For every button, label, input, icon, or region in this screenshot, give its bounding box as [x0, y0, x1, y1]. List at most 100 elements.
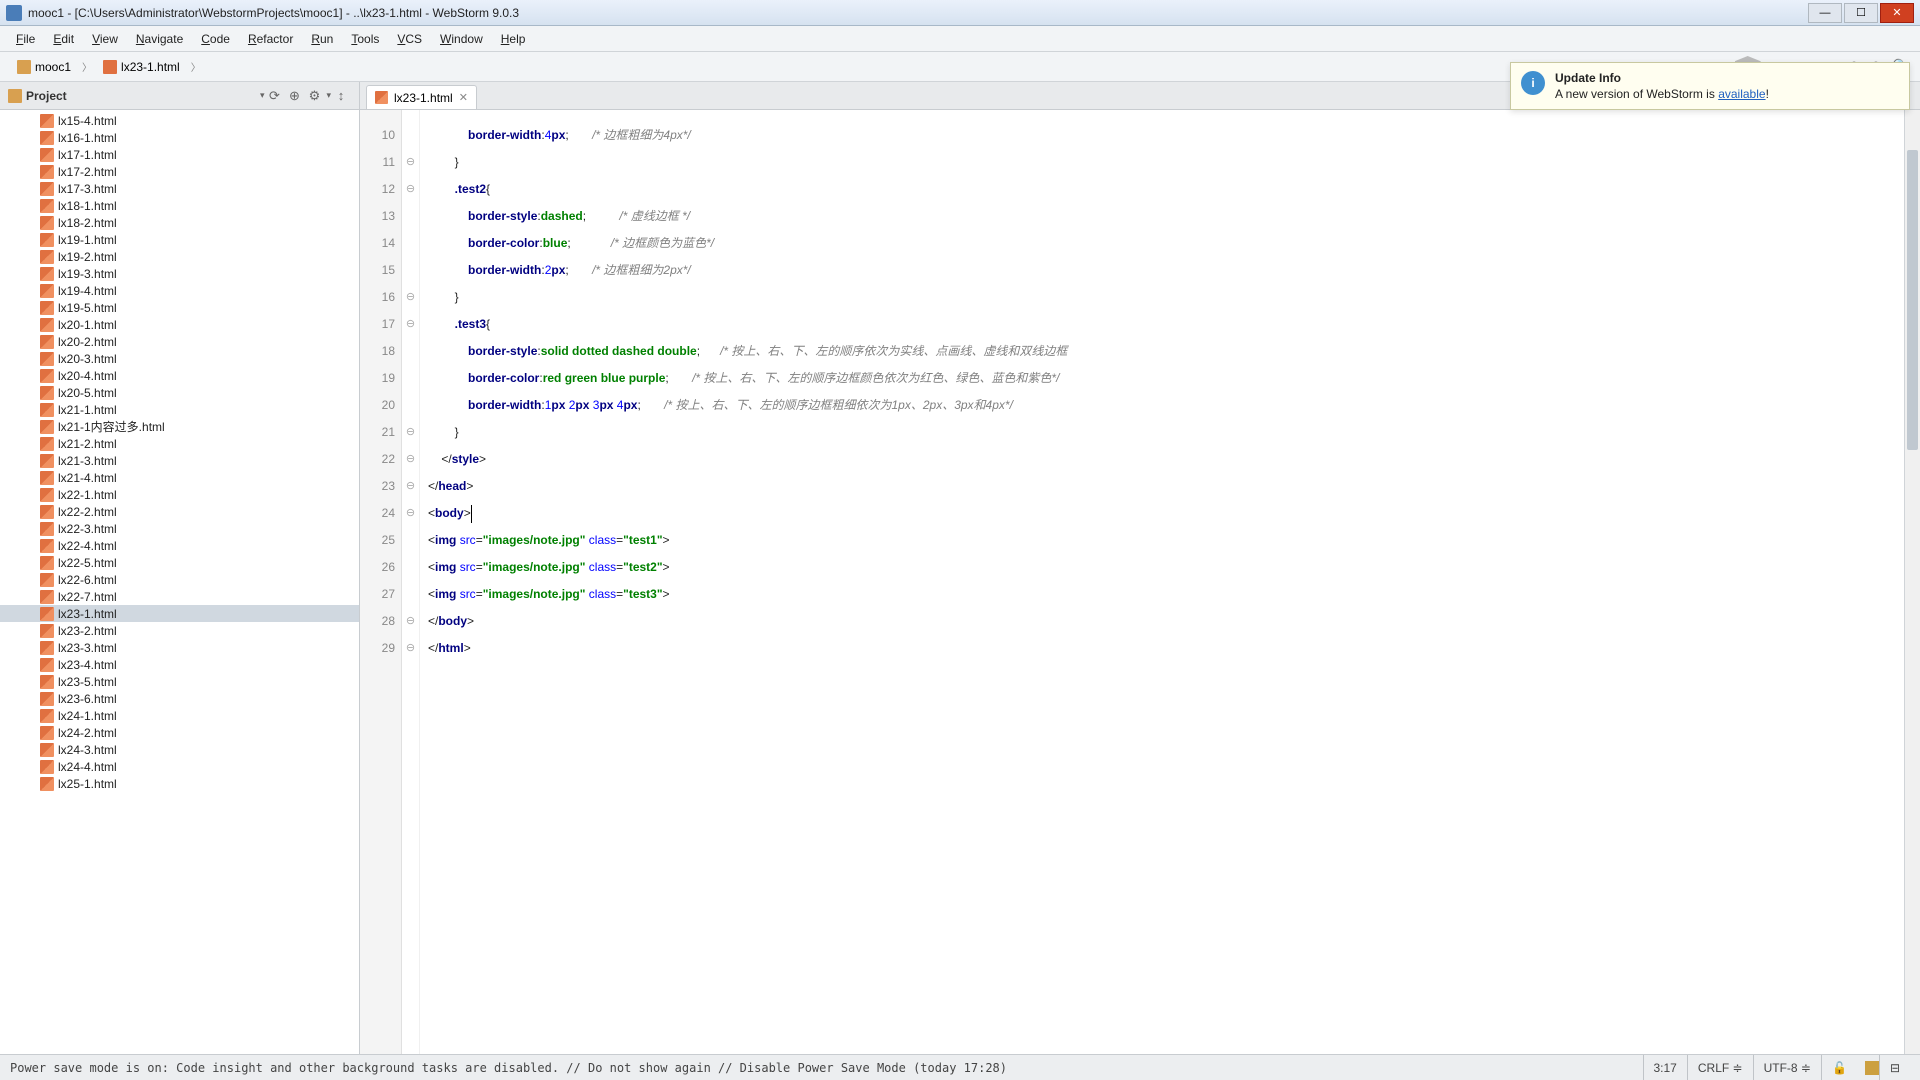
html-file-icon — [40, 607, 54, 621]
tree-item[interactable]: lx25-1.html — [0, 775, 359, 792]
breadcrumb-file[interactable]: lx23-1.html — [96, 57, 187, 77]
tree-item[interactable]: lx24-1.html — [0, 707, 359, 724]
html-file-icon — [40, 454, 54, 468]
tree-item-label: lx20-1.html — [58, 318, 117, 332]
status-message[interactable]: Power save mode is on: Code insight and … — [10, 1061, 1643, 1075]
tree-item-label: lx17-1.html — [58, 148, 117, 162]
tree-item-label: lx21-1内容过多.html — [58, 418, 165, 435]
tree-item[interactable]: lx23-4.html — [0, 656, 359, 673]
update-notification[interactable]: i Update Info A new version of WebStorm … — [1510, 62, 1910, 110]
tree-item[interactable]: lx17-1.html — [0, 146, 359, 163]
menu-help[interactable]: Help — [493, 29, 534, 49]
menu-code[interactable]: Code — [193, 29, 238, 49]
tree-item[interactable]: lx24-2.html — [0, 724, 359, 741]
tree-item[interactable]: lx22-5.html — [0, 554, 359, 571]
tree-item[interactable]: lx24-4.html — [0, 758, 359, 775]
tree-item[interactable]: lx18-1.html — [0, 197, 359, 214]
status-lock-icon[interactable]: 🔓 — [1821, 1055, 1857, 1080]
tree-item[interactable]: lx22-3.html — [0, 520, 359, 537]
menu-refactor[interactable]: Refactor — [240, 29, 301, 49]
menu-edit[interactable]: Edit — [45, 29, 82, 49]
tree-item[interactable]: lx19-1.html — [0, 231, 359, 248]
maximize-button[interactable]: ☐ — [1844, 3, 1878, 23]
scrollbar-thumb[interactable] — [1907, 150, 1918, 450]
tree-item[interactable]: lx16-1.html — [0, 129, 359, 146]
code-content[interactable]: border-width:4px; /* 边框粗细为4px*/ } .test2… — [420, 110, 1920, 1054]
tree-item[interactable]: lx20-5.html — [0, 384, 359, 401]
menu-tools[interactable]: Tools — [343, 29, 387, 49]
tree-item[interactable]: lx18-2.html — [0, 214, 359, 231]
tree-item[interactable]: lx19-5.html — [0, 299, 359, 316]
html-file-icon — [40, 709, 54, 723]
tree-item[interactable]: lx21-1.html — [0, 401, 359, 418]
tree-item-label: lx22-2.html — [58, 505, 117, 519]
tree-item[interactable]: lx24-3.html — [0, 741, 359, 758]
html-file-icon — [40, 471, 54, 485]
tree-item[interactable]: lx21-1内容过多.html — [0, 418, 359, 435]
tree-item-label: lx23-2.html — [58, 624, 117, 638]
file-tree[interactable]: lx15-4.htmllx16-1.html lx17-1.htmllx17-2.… — [0, 110, 359, 1054]
menu-navigate[interactable]: Navigate — [128, 29, 191, 49]
menu-vcs[interactable]: VCS — [389, 29, 430, 49]
status-encoding[interactable]: UTF-8 ≑ — [1753, 1055, 1821, 1080]
tree-item[interactable]: lx23-2.html — [0, 622, 359, 639]
html-file-icon — [40, 437, 54, 451]
window-titlebar: mooc1 - [C:\Users\Administrator\Webstorm… — [0, 0, 1920, 26]
breadcrumb-project[interactable]: mooc1 — [10, 57, 78, 77]
tree-item-label: lx20-2.html — [58, 335, 117, 349]
tree-item[interactable]: lx22-1.html — [0, 486, 359, 503]
editor-scrollbar[interactable] — [1904, 110, 1920, 1054]
menu-view[interactable]: View — [84, 29, 126, 49]
tree-item[interactable]: lx21-3.html — [0, 452, 359, 469]
close-button[interactable]: ✕ — [1880, 3, 1914, 23]
html-file-icon — [40, 114, 54, 128]
tree-item[interactable]: lx17-2.html — [0, 163, 359, 180]
menu-file[interactable]: File — [8, 29, 43, 49]
tree-item[interactable]: lx20-1.html — [0, 316, 359, 333]
tree-item[interactable]: lx20-2.html — [0, 333, 359, 350]
status-position[interactable]: 3:17 — [1643, 1055, 1687, 1080]
status-notify-icon[interactable]: ⊟ — [1879, 1055, 1910, 1080]
tree-item[interactable]: lx22-7.html — [0, 588, 359, 605]
notification-title: Update Info — [1555, 71, 1769, 85]
collapse-icon[interactable]: ↕ — [331, 86, 351, 106]
tree-item-label: lx21-1.html — [58, 403, 117, 417]
notification-link[interactable]: available — [1718, 87, 1765, 101]
menu-window[interactable]: Window — [432, 29, 491, 49]
tree-item[interactable]: lx19-2.html — [0, 248, 359, 265]
tree-item[interactable]: lx20-3.html — [0, 350, 359, 367]
tree-item[interactable]: lx15-4.html — [0, 112, 359, 129]
tree-item[interactable]: lx22-2.html — [0, 503, 359, 520]
tab-active[interactable]: lx23-1.html ✕ — [366, 85, 477, 109]
tree-item-label: lx20-3.html — [58, 352, 117, 366]
tree-item[interactable]: lx22-6.html — [0, 571, 359, 588]
html-file-icon — [40, 658, 54, 672]
sync-icon[interactable]: ⟳ — [264, 86, 284, 106]
tree-item[interactable]: lx23-5.html — [0, 673, 359, 690]
tree-item[interactable]: lx23-3.html — [0, 639, 359, 656]
tree-item[interactable]: lx23-1.html — [0, 605, 359, 622]
tree-item[interactable]: lx17-3.html — [0, 180, 359, 197]
code-editor[interactable]: 1011121314151617181920212223242526272829… — [360, 110, 1920, 1054]
tree-item[interactable]: lx19-4.html — [0, 282, 359, 299]
status-indicator-icon[interactable] — [1865, 1061, 1879, 1075]
tree-item[interactable]: lx19-3.html — [0, 265, 359, 282]
gear-icon[interactable]: ⚙ — [304, 86, 324, 106]
tree-item[interactable]: lx23-6.html — [0, 690, 359, 707]
close-icon[interactable]: ✕ — [459, 91, 468, 104]
html-file-icon — [40, 420, 54, 434]
tree-item[interactable]: lx20-4.html — [0, 367, 359, 384]
tree-item[interactable]: lx21-4.html — [0, 469, 359, 486]
tree-item-label: lx19-1.html — [58, 233, 117, 247]
minimize-button[interactable]: — — [1808, 3, 1842, 23]
target-icon[interactable]: ⊕ — [284, 86, 304, 106]
status-lineseparator[interactable]: CRLF ≑ — [1687, 1055, 1753, 1080]
html-file-icon — [40, 522, 54, 536]
tree-item-label: lx22-7.html — [58, 590, 117, 604]
tree-item[interactable]: lx21-2.html — [0, 435, 359, 452]
tree-item[interactable]: lx22-4.html — [0, 537, 359, 554]
main-area: Project ▾ ⟳ ⊕ ⚙ ▾ ↕ lx15-4.htmllx16-1.ht… — [0, 82, 1920, 1054]
fold-column[interactable]: ⊖⊖⊖⊖⊖⊖⊖⊖⊖⊖ — [402, 110, 420, 1054]
menu-run[interactable]: Run — [303, 29, 341, 49]
app-icon — [6, 5, 22, 21]
